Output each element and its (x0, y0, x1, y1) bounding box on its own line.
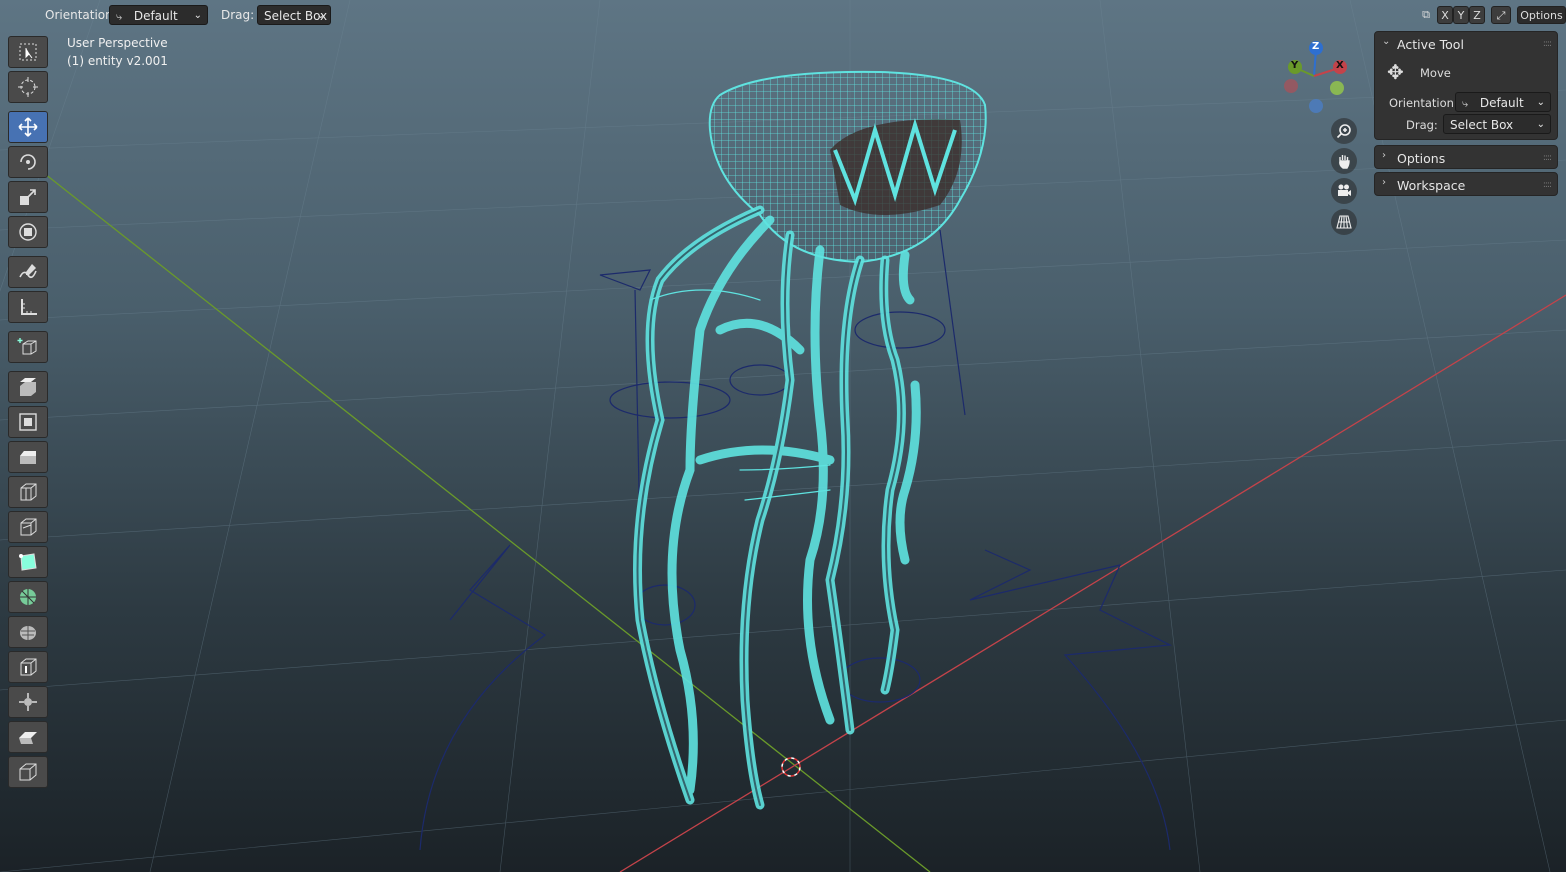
rotate-tool[interactable] (8, 146, 48, 178)
zoom-icon (1336, 124, 1351, 139)
extrude-region-tool[interactable] (8, 371, 48, 403)
axis-x-toggle[interactable]: X (1437, 6, 1453, 24)
shear-tool[interactable] (8, 721, 48, 753)
spin-tool[interactable] (8, 581, 48, 613)
chevron-down-icon: ⌄ (316, 10, 325, 21)
tool-name: Move (1420, 66, 1451, 80)
bevel-icon (20, 451, 36, 464)
select-box-tool[interactable] (8, 36, 48, 68)
sidebar-orientation-dropdown[interactable]: ⤷ Default ⌄ (1455, 92, 1551, 112)
add-cube-icon (17, 338, 37, 355)
annotate-tool[interactable] (8, 256, 48, 288)
shear-icon (19, 732, 37, 744)
chevron-down-icon[interactable]: ⌄ (1382, 36, 1390, 47)
options-panel-title: Options (1397, 151, 1446, 166)
creature-tentacles (633, 205, 921, 810)
drag-prop-label: Drag: (1406, 118, 1438, 132)
viewport-header: Orientation: ⤷ Default ⌄ Drag: Select Bo… (0, 0, 1566, 30)
drag-handle-icon[interactable]: :::: (1543, 180, 1552, 190)
rip-region-tool[interactable] (8, 756, 48, 788)
knife-tool[interactable] (8, 511, 48, 543)
sidebar-drag-dropdown[interactable]: Select Box ⌄ (1443, 114, 1551, 134)
poly-build-tool[interactable] (8, 546, 48, 578)
pan-button[interactable] (1331, 148, 1357, 174)
drag-handle-icon[interactable]: :::: (1543, 39, 1552, 49)
rotate-icon (20, 154, 36, 170)
chevron-right-icon: › (1382, 150, 1386, 161)
hand-icon (1339, 155, 1350, 169)
gizmo-z-label[interactable]: Z (1312, 41, 1319, 52)
zoom-button[interactable] (1331, 118, 1357, 144)
select-box-icon (19, 43, 37, 61)
camera-view-button[interactable] (1331, 178, 1357, 204)
move-icon (18, 117, 38, 137)
rig-curves (419, 229, 1173, 851)
workspace-panel[interactable]: › Workspace :::: (1374, 172, 1558, 196)
measure-icon (21, 299, 37, 315)
orientation-value: Default (133, 9, 178, 23)
orientation-icon: ⤷ (1462, 97, 1469, 110)
transform-tool[interactable] (8, 216, 48, 248)
scale-icon (20, 189, 36, 205)
edge-slide-tool[interactable] (8, 651, 48, 683)
move-tool[interactable] (8, 111, 48, 143)
bevel-tool[interactable] (8, 441, 48, 473)
chevron-down-icon: ⌄ (193, 10, 202, 21)
chevron-right-icon: › (1382, 177, 1386, 188)
chevron-down-icon: ⌄ (1536, 119, 1545, 130)
transform-icon (19, 223, 37, 241)
mirror-icon[interactable]: ⧉ (1417, 6, 1435, 24)
perspective-toggle-button[interactable] (1331, 209, 1357, 235)
inset-icon (19, 413, 37, 431)
cursor-icon (18, 77, 38, 97)
orientation-label: Orientation: (45, 8, 117, 22)
add-cube-tool[interactable] (8, 331, 48, 363)
extrude-icon (20, 378, 36, 396)
orientation-dropdown[interactable]: ⤷ Default ⌄ (109, 5, 208, 25)
loop-cut-tool[interactable] (8, 476, 48, 508)
grid-icon (1336, 215, 1352, 229)
rip-region-icon (19, 763, 37, 781)
scale-tool[interactable] (8, 181, 48, 213)
loop-cut-icon (20, 483, 37, 501)
measure-tool[interactable] (8, 291, 48, 323)
options-button[interactable]: Options (1517, 6, 1566, 24)
shrink-fatten-tool[interactable] (8, 686, 48, 718)
options-panel[interactable]: › Options :::: (1374, 145, 1558, 169)
annotate-icon (19, 264, 37, 279)
drag-dropdown[interactable]: Select Box ⌄ (257, 5, 331, 25)
object-info: (1) entity v2.001 (67, 54, 168, 68)
spin-icon (20, 589, 36, 605)
sidebar-orientation-value: Default (1479, 96, 1524, 110)
cursor-tool[interactable] (8, 71, 48, 103)
smooth-icon (20, 626, 36, 640)
knife-icon (20, 518, 37, 536)
edge-slide-icon (20, 658, 37, 676)
poly-build-icon (19, 553, 37, 571)
shrink-fatten-icon (19, 693, 37, 711)
orientation-prop-label: Orientation (1389, 96, 1454, 110)
sidebar-drag-value: Select Box (1450, 118, 1514, 132)
creature-head (708, 70, 987, 264)
active-tool-title[interactable]: Active Tool (1397, 37, 1464, 52)
x-axis-line (619, 294, 1566, 872)
workspace-panel-title: Workspace (1397, 178, 1466, 193)
view-name: User Perspective (67, 36, 168, 50)
axis-y-toggle[interactable]: Y (1453, 6, 1469, 24)
drag-label: Drag: (221, 8, 255, 22)
orientation-icon: ⤷ (116, 10, 123, 23)
smooth-tool[interactable] (8, 616, 48, 648)
axis-z-toggle[interactable]: Z (1469, 6, 1485, 24)
camera-icon (1338, 184, 1351, 196)
gizmo-x-label[interactable]: X (1336, 60, 1344, 71)
snap-icon[interactable]: ⤢ (1491, 6, 1511, 24)
y-axis-line (39, 169, 931, 872)
inset-faces-tool[interactable] (8, 406, 48, 438)
move-icon: ✥ (1387, 60, 1404, 84)
active-tool-panel: ⌄ Active Tool :::: ✥ Move Orientation ⤷ … (1374, 31, 1558, 140)
gizmo-y-label[interactable]: Y (1291, 60, 1298, 71)
chevron-down-icon: ⌄ (1536, 97, 1545, 108)
drag-handle-icon[interactable]: :::: (1543, 153, 1552, 163)
